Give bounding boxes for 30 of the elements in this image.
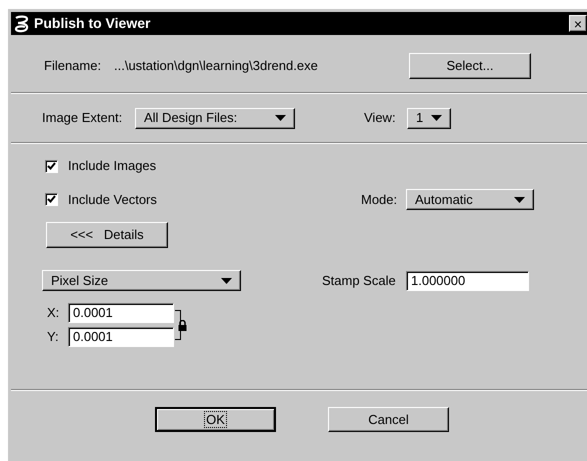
dialog-button[interactable]: OK bbox=[155, 407, 276, 432]
select-button[interactable]: Select... bbox=[409, 53, 531, 79]
dialog-button[interactable]: Cancel bbox=[328, 407, 449, 432]
window-title: Publish to Viewer bbox=[34, 14, 150, 33]
checkbox[interactable] bbox=[45, 160, 58, 172]
field-label: Filename: bbox=[44, 57, 102, 76]
dropdown[interactable]: All Design Files: bbox=[135, 108, 295, 128]
field-label: Mode: bbox=[361, 190, 398, 209]
dropdown[interactable]: 1 bbox=[407, 108, 451, 128]
field-label: Stamp Scale bbox=[322, 272, 397, 290]
close-button[interactable]: × bbox=[569, 15, 587, 32]
field-label: X: bbox=[47, 304, 60, 322]
dropdown-arrow-icon bbox=[514, 196, 525, 202]
details-button[interactable]: <<< Details bbox=[46, 222, 168, 248]
input-field[interactable]: 0.0001 bbox=[68, 327, 174, 347]
input-field[interactable]: 0.0001 bbox=[68, 303, 174, 323]
field-label: Y: bbox=[47, 328, 60, 346]
dropdown-arrow-icon bbox=[275, 115, 286, 121]
dropdown-arrow-icon bbox=[221, 278, 232, 284]
app-logo-icon bbox=[13, 14, 31, 32]
field-label: Include Images bbox=[68, 157, 156, 176]
dropdown-arrow-icon bbox=[431, 115, 442, 121]
filename-text: ...\ustation\dgn\learning\3drend.exe bbox=[114, 57, 319, 76]
dropdown[interactable]: Automatic bbox=[406, 189, 534, 210]
input-field[interactable]: 1.000000 bbox=[406, 270, 529, 290]
field-label: Include Vectors bbox=[68, 190, 157, 209]
field-label: View: bbox=[364, 109, 397, 128]
field-label: Image Extent: bbox=[42, 109, 124, 128]
checkbox[interactable] bbox=[45, 193, 58, 206]
dropdown[interactable]: Pixel Size bbox=[42, 270, 241, 291]
